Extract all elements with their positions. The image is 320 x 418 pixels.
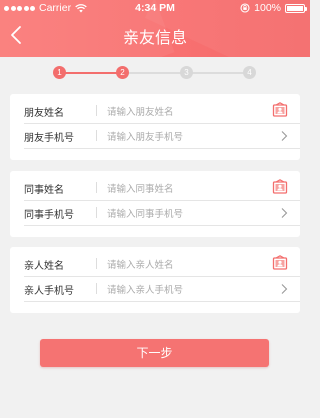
relative-phone-input[interactable]: 请输入亲人手机号 (107, 282, 183, 296)
contacts-book-icon[interactable] (272, 179, 288, 195)
row-divider (24, 148, 300, 149)
field-label: 同事姓名 (24, 185, 64, 196)
field-label: 朋友姓名 (24, 108, 64, 119)
header-bar: Carrier 4:34 PM 100% 亲友信息 (0, 0, 310, 57)
row-divider (24, 301, 300, 302)
step-1: 1 (53, 66, 66, 79)
colleague-name-input[interactable]: 请输入同事姓名 (107, 181, 174, 195)
relative-name-input[interactable]: 请输入亲人姓名 (107, 257, 174, 271)
chevron-right-icon[interactable] (280, 283, 288, 295)
field-label: 亲人姓名 (24, 261, 64, 272)
friend-name-row[interactable]: 朋友姓名 请输入朋友姓名 (10, 99, 300, 123)
divider (96, 130, 97, 141)
step-4: 4 (243, 66, 256, 79)
divider (96, 258, 97, 269)
page-title: 亲友信息 (122, 28, 187, 47)
colleague-phone-input[interactable]: 请输入同事手机号 (107, 206, 183, 220)
rotation-lock-icon (240, 3, 250, 13)
contacts-book-icon[interactable] (272, 102, 288, 118)
status-bar: Carrier 4:34 PM 100% (0, 0, 310, 17)
next-step-button[interactable]: 下一步 (40, 339, 269, 367)
friend-name-input[interactable]: 请输入朋友姓名 (107, 104, 174, 118)
battery-icon (285, 3, 307, 13)
field-label: 同事手机号 (24, 210, 74, 221)
chevron-right-icon[interactable] (280, 130, 288, 142)
chevron-right-icon[interactable] (280, 207, 288, 219)
status-bar-right: 100% (240, 2, 307, 14)
relative-phone-row[interactable]: 亲人手机号 请输入亲人手机号 (10, 277, 300, 301)
friend-card: 朋友姓名 请输入朋友姓名 朋友手机号 请输入朋友手机号 (10, 94, 300, 160)
row-divider (24, 225, 300, 226)
field-label: 亲人手机号 (24, 286, 74, 297)
step-line-done (60, 72, 122, 74)
relative-card: 亲人姓名 请输入亲人姓名 亲人手机号 请输入亲人手机号 (10, 247, 300, 313)
contacts-book-icon[interactable] (272, 255, 288, 271)
relative-name-row[interactable]: 亲人姓名 请输入亲人姓名 (10, 252, 300, 276)
battery-percent: 100% (254, 2, 281, 14)
colleague-phone-row[interactable]: 同事手机号 请输入同事手机号 (10, 201, 300, 225)
colleague-name-row[interactable]: 同事姓名 请输入同事姓名 (10, 176, 300, 200)
step-3: 3 (180, 66, 193, 79)
divider (96, 105, 97, 116)
divider (96, 182, 97, 193)
divider (96, 207, 97, 218)
step-2: 2 (116, 66, 129, 79)
friend-phone-input[interactable]: 请输入朋友手机号 (107, 129, 183, 143)
colleague-card: 同事姓名 请输入同事姓名 同事手机号 请输入同事手机号 (10, 171, 300, 237)
field-label: 朋友手机号 (24, 133, 74, 144)
friend-phone-row[interactable]: 朋友手机号 请输入朋友手机号 (10, 124, 300, 148)
nav-bar: 亲友信息 (0, 20, 310, 50)
divider (96, 283, 97, 294)
step-progress: 1 2 3 4 (0, 62, 310, 84)
